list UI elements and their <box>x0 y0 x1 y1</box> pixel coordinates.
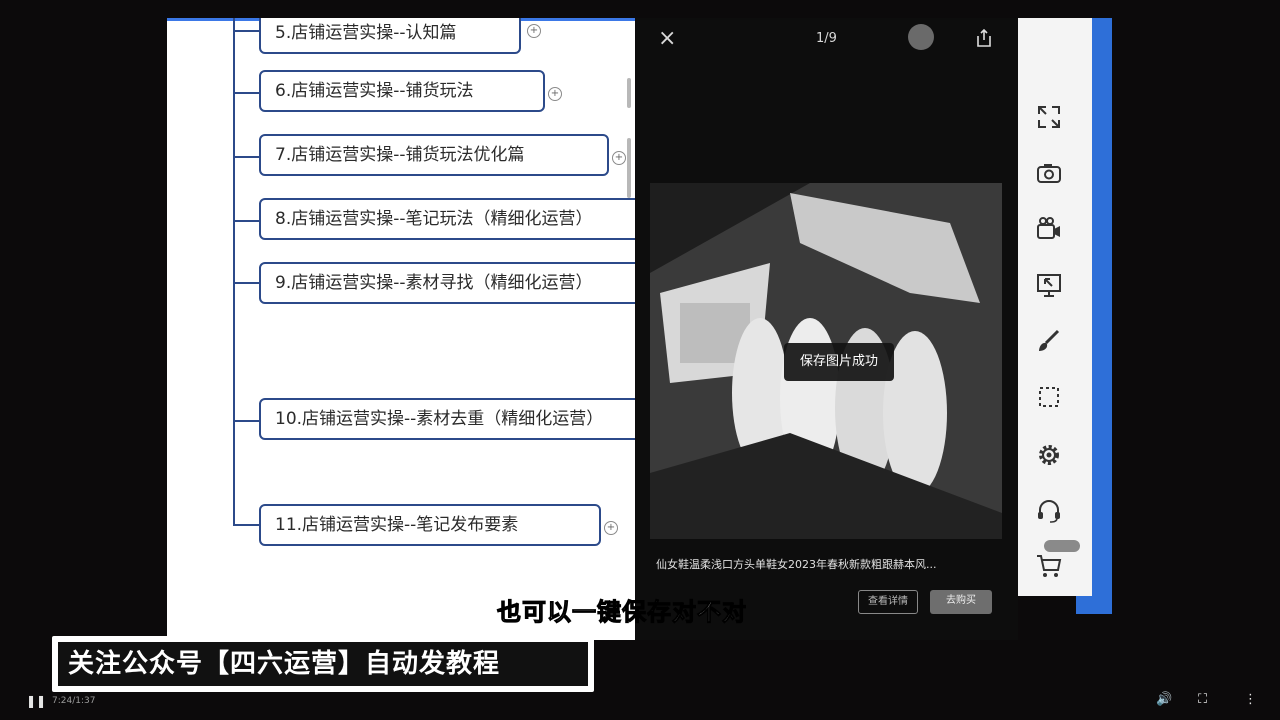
view-detail-button[interactable]: 查看详情 <box>858 590 918 614</box>
scrollbar-thumb[interactable] <box>627 138 631 198</box>
node-label: 10.店铺运营实操--素材去重（精细化运营） <box>275 409 604 429</box>
mindmap-trunk-line <box>233 18 235 526</box>
fullscreen-toggle-icon[interactable]: ⛶ <box>1198 692 1207 707</box>
video-camera-icon[interactable] <box>1034 214 1064 244</box>
branch-line <box>235 420 259 422</box>
node-label: 5.店铺运营实操--认知篇 <box>275 23 457 43</box>
expand-icon[interactable]: + <box>527 24 541 38</box>
branch-line <box>235 156 259 158</box>
avatar[interactable] <box>908 24 934 50</box>
node-label: 6.店铺运营实操--铺货玩法 <box>275 81 474 101</box>
volume-icon[interactable]: 🔊 <box>1156 692 1172 707</box>
expand-icon[interactable]: + <box>612 151 626 165</box>
side-accent-bar-bottom <box>1076 596 1112 614</box>
mindmap-node[interactable]: 6.店铺运营实操--铺货玩法 <box>259 70 545 112</box>
branch-line <box>235 220 259 222</box>
product-caption: 仙女鞋温柔浅口方头单鞋女2023年春秋新款粗跟赫本风... <box>656 558 937 571</box>
pause-icon[interactable]: ❚❚ <box>26 694 46 708</box>
branch-line <box>235 282 259 284</box>
page-counter: 1/9 <box>816 31 837 46</box>
scrollbar-thumb[interactable] <box>627 78 631 108</box>
promo-banner: 关注公众号【四六运营】自动发教程 <box>52 636 594 692</box>
time-readout: 7:24/1:37 <box>52 696 96 706</box>
side-toolbar <box>1018 18 1092 596</box>
headset-icon[interactable] <box>1034 496 1064 526</box>
node-label: 9.店铺运营实操--素材寻找（精细化运营） <box>275 273 593 293</box>
more-options-icon[interactable]: ⋮ <box>1244 692 1257 707</box>
side-accent-bar <box>1092 18 1112 614</box>
player-controls: ❚❚ 7:24/1:37 🔊 ⛶ ⋮ <box>0 690 1280 720</box>
branch-line <box>235 92 259 94</box>
video-subtitle: 也可以一键保存对不对 <box>497 598 747 627</box>
close-icon[interactable]: × <box>658 26 676 51</box>
mindmap-node[interactable]: 7.店铺运营实操--铺货玩法优化篇 <box>259 134 609 176</box>
brush-icon[interactable] <box>1034 326 1064 356</box>
mindmap-node[interactable]: 9.店铺运营实操--素材寻找（精细化运营） <box>259 262 635 304</box>
mindmap-node[interactable]: 10.店铺运营实操--素材去重（精细化运营） <box>259 398 635 440</box>
mindmap-node[interactable]: 8.店铺运营实操--笔记玩法（精细化运营） <box>259 198 635 240</box>
mindmap-node[interactable]: 11.店铺运营实操--笔记发布要素 <box>259 504 601 546</box>
mindmap-panel: 5.店铺运营实操--认知篇 + 6.店铺运营实操--铺货玩法 + 7.店铺运营实… <box>167 18 635 640</box>
buy-button[interactable]: 去购买 <box>930 590 992 614</box>
toast-message: 保存图片成功 <box>784 343 894 381</box>
share-icon[interactable] <box>976 28 992 52</box>
product-photo[interactable]: 保存图片成功 <box>650 183 1002 539</box>
cart-icon[interactable] <box>1034 550 1064 580</box>
mindmap-node[interactable]: 5.店铺运营实操--认知篇 <box>259 18 521 54</box>
node-label: 7.店铺运营实操--铺货玩法优化篇 <box>275 145 525 165</box>
node-label: 8.店铺运营实操--笔记玩法（精细化运营） <box>275 209 593 229</box>
selection-icon[interactable] <box>1034 382 1064 412</box>
fullscreen-icon[interactable] <box>1034 102 1064 132</box>
image-viewer: × 1/9 保存图片成功 仙女鞋温柔浅口方头单鞋女2023年春秋新款粗跟赫本风.… <box>636 18 1018 640</box>
promo-banner-text: 关注公众号【四六运营】自动发教程 <box>58 642 588 686</box>
node-label: 11.店铺运营实操--笔记发布要素 <box>275 515 519 535</box>
camera-icon[interactable] <box>1034 158 1064 188</box>
branch-line <box>233 524 259 526</box>
screen-share-icon[interactable] <box>1034 270 1064 300</box>
expand-icon[interactable]: + <box>548 87 562 101</box>
branch-line <box>235 30 259 32</box>
expand-icon[interactable]: + <box>604 521 618 535</box>
gear-icon[interactable] <box>1034 440 1064 470</box>
cart-badge <box>1044 540 1080 552</box>
